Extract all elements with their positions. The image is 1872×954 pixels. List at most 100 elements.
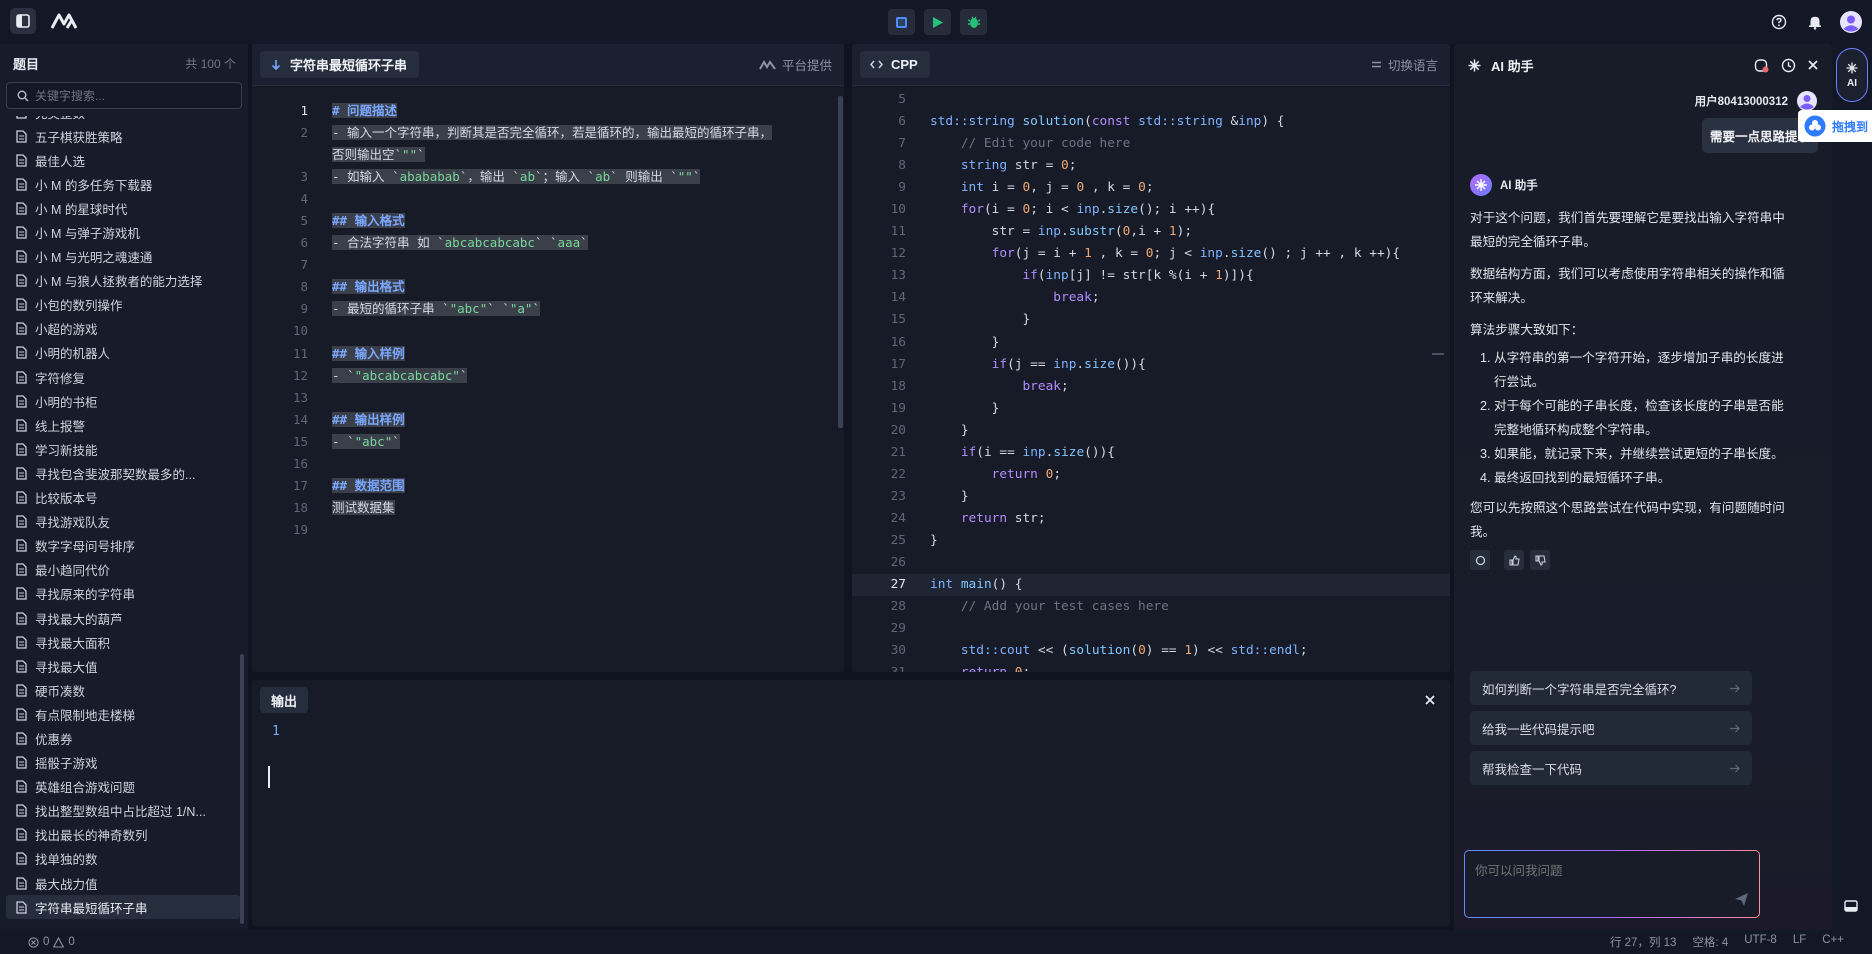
problem-count: 共 100 个	[185, 55, 236, 72]
suggestion-item[interactable]: 帮我检查一下代码	[1470, 751, 1752, 785]
problem-list-item[interactable]: 五子棋获胜策略	[6, 124, 240, 148]
problem-list-item[interactable]: 找出整型数组中占比超过 1/N...	[6, 799, 240, 823]
problem-list-item[interactable]: 小 M 与狼人拯救者的能力选择	[6, 269, 240, 293]
indent-setting[interactable]: 空格: 4	[1692, 934, 1728, 950]
switch-language-button[interactable]: 切换语言	[1371, 55, 1438, 74]
problem-line: 16	[252, 453, 844, 475]
panel-layout-icon[interactable]	[1840, 896, 1862, 916]
line-ending[interactable]: LF	[1793, 934, 1806, 950]
problem-list-item-label: 寻找最大的葫芦	[35, 609, 123, 628]
problem-scrollbar[interactable]	[838, 96, 843, 428]
ai-assistant-panel: AI 助手 用户80413000312 需要一点思路提示 AI 助手 对于这个问…	[1454, 44, 1832, 930]
line-number: 22	[852, 464, 906, 486]
problem-list-item[interactable]: 小包的数列操作	[6, 293, 240, 317]
line-number: 19	[852, 398, 906, 420]
problem-list-item[interactable]: 寻找游戏队友	[6, 510, 240, 534]
problem-markdown[interactable]: 1 # 问题描述 2 - 输入一个字符串，判断其是否完全循环，若是循环的，输出最短的循…	[252, 100, 844, 541]
problem-list-item[interactable]: 寻找最大面积	[6, 630, 240, 654]
sidebar-scrollbar[interactable]	[240, 654, 244, 924]
output-content[interactable]: 1	[272, 724, 280, 739]
suggestion-item[interactable]: 如何判断一个字符串是否完全循环?	[1470, 671, 1752, 705]
problem-list-item[interactable]: 寻找包含斐波那契数最多的...	[6, 461, 240, 485]
regenerate-button[interactable]	[1470, 550, 1490, 570]
close-ai-icon[interactable]	[1808, 60, 1818, 70]
logo-icon[interactable]	[48, 8, 82, 34]
tab-output[interactable]: 输出	[260, 687, 308, 713]
document-icon	[16, 443, 27, 456]
problem-line: 4	[252, 188, 844, 210]
arrow-right-icon	[1730, 684, 1740, 693]
sidebar-title: 题目	[13, 54, 39, 73]
top-bar	[0, 0, 1872, 44]
problem-list-item[interactable]: 硬币凑数	[6, 678, 240, 702]
problem-list-item[interactable]: 英雄组合游戏问题	[6, 775, 240, 799]
problem-list-item[interactable]: 最小趋同代价	[6, 558, 240, 582]
thumbs-up-button[interactable]	[1504, 550, 1524, 570]
problem-list-item[interactable]: 摇骰子游戏	[6, 751, 240, 775]
problem-line-text	[308, 254, 332, 276]
ai-question-input[interactable]	[1465, 851, 1759, 917]
problems-indicator[interactable]: 0 0	[28, 936, 75, 948]
problem-list-item[interactable]: 小 M 的星球时代	[6, 196, 240, 220]
line-number: 9	[852, 177, 906, 199]
problem-line-text	[308, 519, 332, 541]
help-icon[interactable]	[1766, 9, 1792, 35]
cursor-position[interactable]: 行 27，列 13	[1610, 934, 1676, 950]
user-avatar-icon[interactable]	[1838, 9, 1864, 35]
problem-list-item[interactable]: 小明的书柜	[6, 389, 240, 413]
problem-list-item[interactable]: 小 M 的多任务下载器	[6, 172, 240, 196]
problem-list-item[interactable]: 优惠券	[6, 726, 240, 750]
problem-list-item[interactable]: 数字字母问号排序	[6, 534, 240, 558]
problem-list-item-label: 数字字母问号排序	[35, 536, 135, 555]
close-output-button[interactable]	[1422, 692, 1438, 708]
problem-list-item[interactable]: 小 M 与弹子游戏机	[6, 220, 240, 244]
code-editor[interactable]: 5 6 std::string solution(const std::string…	[852, 89, 1450, 672]
problem-list-item[interactable]: 字符串最短循环子串	[6, 895, 240, 919]
problem-list-item[interactable]: 最大战力值	[6, 871, 240, 895]
code-line-text: }	[906, 530, 938, 552]
problem-list-item[interactable]: 比较版本号	[6, 486, 240, 510]
new-chat-icon[interactable]	[1754, 58, 1769, 73]
code-line: 20 }	[852, 420, 1450, 442]
problem-list-item[interactable]: 小超的游戏	[6, 317, 240, 341]
bell-icon[interactable]	[1802, 9, 1828, 35]
code-line-text: if(inp[j] != str[k %(i + 1)]){	[906, 265, 1254, 287]
thumbs-down-button[interactable]	[1530, 550, 1550, 570]
send-icon[interactable]	[1734, 892, 1749, 907]
stop-button[interactable]	[888, 9, 915, 35]
search-input[interactable]	[35, 89, 235, 103]
document-icon	[16, 732, 27, 745]
problem-list-item[interactable]: 找出最长的神奇数列	[6, 823, 240, 847]
problem-list-item[interactable]: 线上报警	[6, 413, 240, 437]
sidebar-toggle-icon[interactable]	[10, 8, 36, 34]
debug-button[interactable]	[960, 9, 987, 35]
floating-drag-widget[interactable]: 拖拽到	[1798, 110, 1872, 142]
problem-list-item[interactable]: 完美整数	[6, 116, 240, 124]
problem-list-item[interactable]: 小 M 与光明之魂速通	[6, 245, 240, 269]
code-line: 23 }	[852, 486, 1450, 508]
problem-list-item[interactable]: 寻找最大值	[6, 654, 240, 678]
problem-list-item[interactable]: 学习新技能	[6, 437, 240, 461]
ai-side-badge[interactable]: AI	[1836, 48, 1868, 102]
problem-list-item[interactable]: 小明的机器人	[6, 341, 240, 365]
encoding[interactable]: UTF-8	[1744, 934, 1777, 950]
problem-list-item-label: 最佳人选	[35, 151, 85, 170]
problem-list-item[interactable]: 寻找最大的葫芦	[6, 606, 240, 630]
language-mode[interactable]: C++	[1822, 934, 1844, 950]
problem-list-item[interactable]: 最佳人选	[6, 148, 240, 172]
line-number	[252, 144, 308, 166]
tab-problem[interactable]: 字符串最短循环子串	[260, 51, 419, 78]
problem-list-item[interactable]: 找单独的数	[6, 847, 240, 871]
suggestion-item[interactable]: 给我一些代码提示吧	[1470, 711, 1752, 745]
problem-list-item[interactable]: 有点限制地走楼梯	[6, 702, 240, 726]
history-icon[interactable]	[1781, 58, 1796, 73]
problem-list-item[interactable]: 字符修复	[6, 365, 240, 389]
line-number: 16	[852, 332, 906, 354]
code-line: 21 if(i == inp.size()){	[852, 442, 1450, 464]
run-button[interactable]	[924, 9, 951, 35]
problem-line: 12- `"abcabcabcabc"`	[252, 365, 844, 387]
code-line-text	[906, 89, 930, 111]
problem-list-item[interactable]: 寻找原来的字符串	[6, 582, 240, 606]
problem-list-item-label: 小 M 与光明之魂速通	[35, 247, 152, 266]
tab-language[interactable]: CPP	[860, 51, 930, 78]
